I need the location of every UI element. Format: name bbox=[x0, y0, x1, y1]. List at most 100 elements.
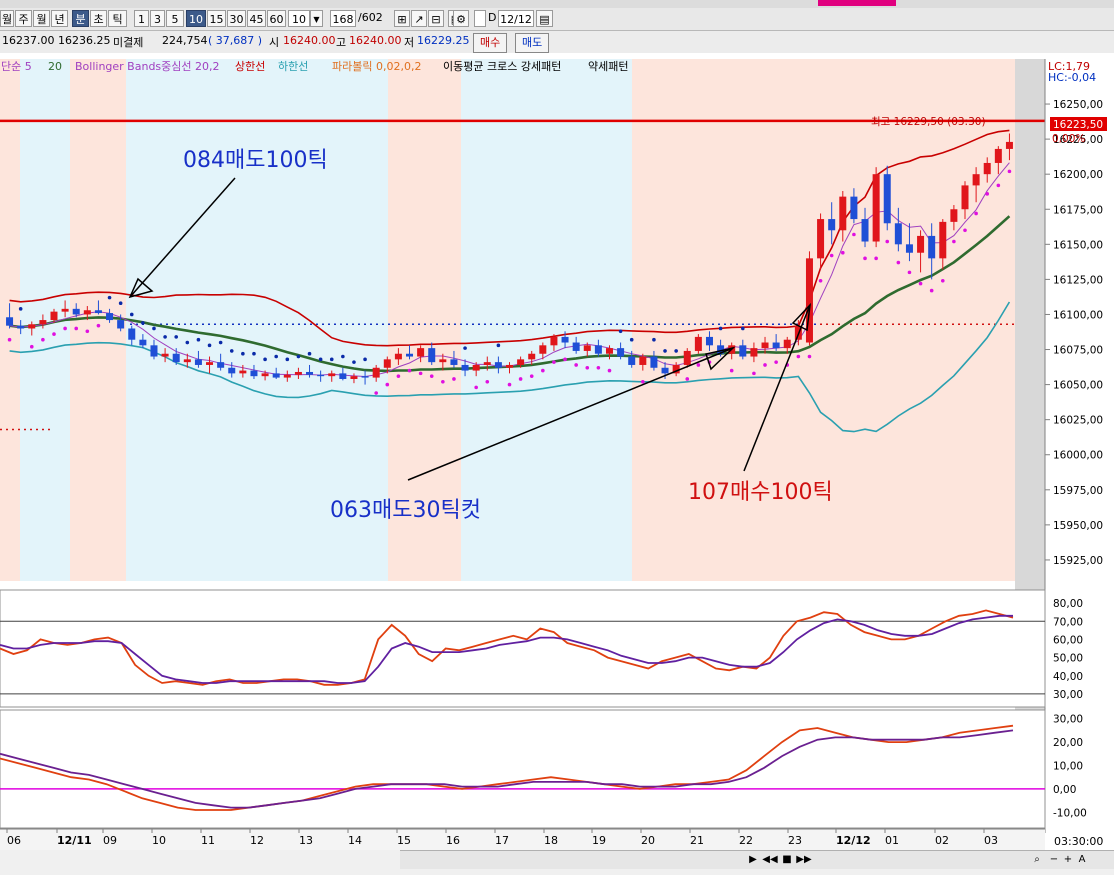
last-change: 0,00% bbox=[1052, 133, 1085, 145]
sell-button[interactable]: 매도 bbox=[515, 33, 550, 53]
candle-body bbox=[839, 196, 847, 231]
active-window-tab[interactable] bbox=[818, 0, 896, 6]
prev-button[interactable]: ◀◀ bbox=[761, 853, 779, 866]
sar-dot bbox=[663, 349, 667, 353]
annotation-cut-063: 063매도30틱컷 bbox=[330, 498, 481, 523]
chart-area[interactable]: 단순 5 20 Bollinger Bands중심선 20,2 상한선 하한선 … bbox=[0, 53, 1114, 850]
sar-dot bbox=[763, 363, 767, 367]
x-tick-label: 23 bbox=[788, 834, 802, 847]
date-checkbox[interactable] bbox=[474, 10, 486, 27]
candle-body bbox=[117, 320, 125, 329]
candle-body bbox=[194, 359, 202, 365]
interval-5-button[interactable]: 5 bbox=[166, 10, 184, 27]
legend-ma: 단순 5 bbox=[1, 60, 32, 73]
x-tick-label: 01 bbox=[885, 834, 899, 847]
sar-dot bbox=[185, 340, 190, 345]
period-year-button[interactable]: 년 bbox=[51, 10, 68, 27]
sar-dot bbox=[52, 332, 56, 336]
interval-3-button[interactable]: 3 bbox=[150, 10, 165, 27]
interval-60-button[interactable]: 60 bbox=[267, 10, 286, 27]
interval-15-button[interactable]: 15 bbox=[207, 10, 226, 27]
candle-body bbox=[250, 370, 258, 377]
period-week-button[interactable]: 주 bbox=[15, 10, 32, 27]
count-input[interactable]: 168 bbox=[330, 10, 356, 27]
minus-icon[interactable]: − bbox=[1048, 853, 1060, 866]
split-icon[interactable]: ⊟ bbox=[428, 10, 444, 27]
interval-30-button[interactable]: 30 bbox=[227, 10, 246, 27]
candle-body bbox=[383, 359, 391, 368]
sar-dot bbox=[485, 379, 490, 384]
sar-dot bbox=[929, 288, 934, 293]
candle-body bbox=[694, 336, 702, 351]
interval-select[interactable]: 10 bbox=[288, 10, 310, 27]
candle-body bbox=[905, 244, 913, 253]
play-button[interactable]: ▶ bbox=[747, 853, 759, 866]
candle-body bbox=[705, 336, 713, 346]
candle-body bbox=[894, 223, 902, 245]
interval-1-button[interactable]: 1 bbox=[134, 10, 149, 27]
period-second-button[interactable]: 초 bbox=[90, 10, 107, 27]
candle-body bbox=[6, 317, 14, 326]
x-tick-label: 13 bbox=[299, 834, 313, 847]
chart-scrollbar[interactable]: ▶ ◀◀ ■ ▶▶ ⌕ − + A bbox=[400, 850, 1114, 869]
calendar-icon[interactable]: ▤ bbox=[536, 10, 553, 27]
candle-body bbox=[217, 362, 225, 368]
chevron-down-icon[interactable]: ▼ bbox=[310, 10, 323, 27]
sar-dot bbox=[518, 377, 523, 381]
candle-body bbox=[106, 313, 114, 321]
date-input[interactable]: 12/12 bbox=[498, 10, 534, 27]
sar-dot bbox=[363, 357, 367, 362]
candle-body bbox=[228, 367, 236, 374]
x-tick-label: 15 bbox=[397, 834, 411, 847]
candle-body bbox=[528, 353, 536, 360]
stop-button[interactable]: ■ bbox=[781, 853, 793, 866]
sar-dot bbox=[985, 192, 990, 196]
legend-bb: Bollinger Bands중심선 20,2 bbox=[75, 60, 220, 73]
buy-button[interactable]: 매수 bbox=[473, 33, 508, 53]
sar-dot bbox=[474, 385, 478, 390]
candle-body bbox=[172, 353, 180, 363]
gear-icon[interactable]: ⚙ bbox=[453, 10, 469, 27]
candle-body bbox=[739, 345, 747, 357]
sar-dot bbox=[552, 360, 556, 364]
candle-body bbox=[761, 342, 769, 349]
auto-icon[interactable]: A bbox=[1076, 853, 1088, 866]
candle-body bbox=[828, 219, 836, 231]
hc-label: HC:-0,04 bbox=[1048, 71, 1096, 84]
legend-sar: 파라볼릭 0,02,0,2 bbox=[332, 60, 421, 73]
period-month-button[interactable]: 월 bbox=[0, 10, 14, 27]
trendline-icon[interactable]: ↗ bbox=[411, 10, 427, 27]
crosshair-icon[interactable]: ⊞ bbox=[394, 10, 410, 27]
price-2: 16236.25 bbox=[58, 34, 111, 47]
sar-dot bbox=[529, 374, 534, 378]
period-month2-button[interactable]: 월 bbox=[33, 10, 50, 27]
sar-dot bbox=[141, 321, 145, 325]
next-button[interactable]: ▶▶ bbox=[795, 853, 813, 866]
candle-body bbox=[17, 325, 25, 329]
high-label: 고 bbox=[336, 36, 347, 49]
legend-weak: 약세패턴 bbox=[588, 59, 628, 73]
interval-45-button[interactable]: 45 bbox=[247, 10, 266, 27]
candle-body bbox=[783, 339, 791, 349]
price-1: 16237.00 bbox=[2, 34, 55, 47]
plus-icon[interactable]: + bbox=[1062, 853, 1074, 866]
sub-y-tick-label: 60,00 bbox=[1053, 634, 1083, 646]
candle-body bbox=[350, 376, 358, 379]
sar-dot bbox=[263, 357, 267, 362]
period-minute-button[interactable]: 분 bbox=[72, 10, 89, 27]
candle-body bbox=[550, 336, 558, 346]
sar-dot bbox=[163, 335, 167, 339]
period-tick-button[interactable]: 틱 bbox=[108, 10, 127, 27]
sar-dot bbox=[274, 354, 278, 359]
y-tick-label: 16175,00 bbox=[1053, 204, 1103, 216]
interval-10-button[interactable]: 10 bbox=[186, 10, 206, 27]
sar-dot bbox=[641, 379, 645, 384]
candle-body bbox=[472, 364, 480, 371]
candle-body bbox=[261, 373, 269, 377]
sar-dot bbox=[907, 270, 912, 275]
sar-dot bbox=[7, 337, 12, 342]
x-tick-label: 21 bbox=[690, 834, 704, 847]
candle-body bbox=[494, 362, 502, 368]
zoom-icon[interactable]: ⌕ bbox=[1030, 853, 1044, 866]
sar-dot bbox=[385, 382, 390, 387]
